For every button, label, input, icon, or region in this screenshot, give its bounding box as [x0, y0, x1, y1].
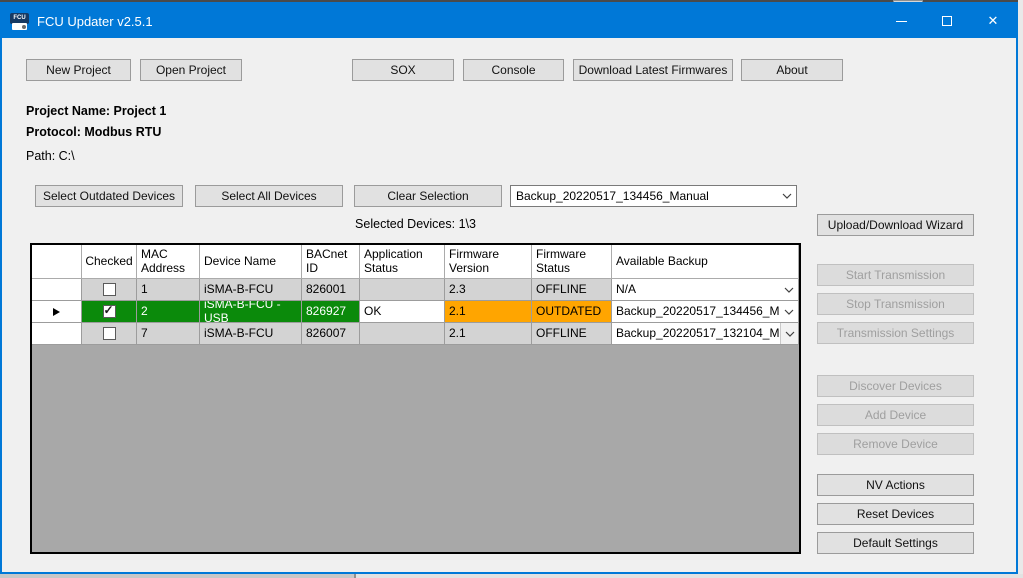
- new-project-button[interactable]: New Project: [26, 59, 131, 81]
- header-application-status[interactable]: Application Status: [360, 245, 445, 279]
- titlebar: FCU FCU Updater v2.5.1 ✕: [2, 4, 1016, 38]
- transmission-settings-button: Transmission Settings: [817, 322, 974, 344]
- discover-devices-button: Discover Devices: [817, 375, 974, 397]
- cell-mac-address[interactable]: 2: [137, 301, 200, 323]
- row-backup-dropdown[interactable]: Backup_20220517_132104_Ma...: [612, 323, 798, 344]
- row-checkbox[interactable]: [103, 327, 116, 340]
- maximize-icon: [942, 16, 952, 26]
- header-available-backup[interactable]: Available Backup: [612, 245, 799, 279]
- cell-device-name[interactable]: iSMA-B-FCU: [200, 279, 302, 301]
- remove-device-button: Remove Device: [817, 433, 974, 455]
- table-row-selected: 2 iSMA-B-FCU - USB 826927 OK 2.1 OUTDATE…: [32, 301, 799, 323]
- grid-empty-area: [32, 345, 799, 552]
- header-bacnet-id[interactable]: BACnet ID: [302, 245, 360, 279]
- select-all-devices-button[interactable]: Select All Devices: [195, 185, 343, 207]
- path-label: Path: C:\: [26, 149, 75, 163]
- row-selector-cell[interactable]: [32, 301, 82, 323]
- background-bottom-strip-left: [0, 574, 354, 578]
- chevron-down-icon: [778, 193, 796, 199]
- backup-select-value: Backup_20220517_134456_Manual: [511, 189, 778, 203]
- header-checked[interactable]: Checked: [82, 245, 137, 279]
- cell-device-name[interactable]: iSMA-B-FCU - USB: [200, 301, 302, 323]
- row-checkbox[interactable]: [103, 305, 116, 318]
- cell-firmware-status[interactable]: OFFLINE: [532, 323, 612, 345]
- header-mac-address[interactable]: MAC Address: [137, 245, 200, 279]
- chevron-down-icon: [780, 279, 798, 300]
- cell-firmware-status[interactable]: OFFLINE: [532, 279, 612, 301]
- row-backup-dropdown[interactable]: Backup_20220517_134456_Manu: [612, 301, 798, 322]
- header-firmware-status[interactable]: Firmware Status: [532, 245, 612, 279]
- app-window: FCU FCU Updater v2.5.1 ✕ New Project Ope…: [0, 2, 1018, 574]
- cell-bacnet-id[interactable]: 826001: [302, 279, 360, 301]
- grid-header-row: Checked MAC Address Device Name BACnet I…: [32, 245, 799, 279]
- sox-button[interactable]: SOX: [352, 59, 454, 81]
- current-row-arrow-icon: [53, 308, 60, 316]
- about-button[interactable]: About: [741, 59, 843, 81]
- cell-application-status[interactable]: [360, 323, 445, 345]
- cell-available-backup[interactable]: Backup_20220517_132104_Ma...: [612, 323, 799, 345]
- add-device-button: Add Device: [817, 404, 974, 426]
- close-button[interactable]: ✕: [970, 4, 1016, 38]
- cell-application-status[interactable]: [360, 279, 445, 301]
- minimize-button[interactable]: [878, 4, 924, 38]
- cell-mac-address[interactable]: 7: [137, 323, 200, 345]
- table-row: 7 iSMA-B-FCU 826007 2.1 OFFLINE Backup_2…: [32, 323, 799, 345]
- row-selector-cell[interactable]: [32, 279, 82, 301]
- app-icon: FCU: [10, 13, 29, 30]
- console-button[interactable]: Console: [463, 59, 564, 81]
- stop-transmission-button: Stop Transmission: [817, 293, 974, 315]
- row-checkbox[interactable]: [103, 283, 116, 296]
- protocol-label: Protocol: Modbus RTU: [26, 125, 161, 139]
- default-settings-button[interactable]: Default Settings: [817, 532, 974, 554]
- screen: FCU FCU Updater v2.5.1 ✕ New Project Ope…: [0, 0, 1023, 578]
- header-device-name[interactable]: Device Name: [200, 245, 302, 279]
- cell-device-name[interactable]: iSMA-B-FCU: [200, 323, 302, 345]
- cell-available-backup[interactable]: Backup_20220517_134456_Manu: [612, 301, 799, 323]
- open-project-button[interactable]: Open Project: [140, 59, 242, 81]
- row-backup-dropdown[interactable]: N/A: [612, 279, 798, 300]
- nv-actions-button[interactable]: NV Actions: [817, 474, 974, 496]
- cell-firmware-status[interactable]: OUTDATED: [532, 301, 612, 323]
- window-title: FCU Updater v2.5.1: [37, 14, 153, 29]
- background-bottom-divider: [354, 574, 356, 578]
- row-selector-cell[interactable]: [32, 323, 82, 345]
- background-right-strip: [1018, 0, 1023, 578]
- devices-grid: Checked MAC Address Device Name BACnet I…: [30, 243, 801, 554]
- cell-firmware-version[interactable]: 2.1: [445, 323, 532, 345]
- chevron-down-icon: [780, 323, 798, 344]
- download-latest-firmwares-button[interactable]: Download Latest Firmwares: [573, 59, 733, 81]
- cell-checked[interactable]: [82, 323, 137, 345]
- backup-select-dropdown[interactable]: Backup_20220517_134456_Manual: [510, 185, 797, 207]
- gear-icon: [22, 25, 26, 29]
- start-transmission-button: Start Transmission: [817, 264, 974, 286]
- cell-firmware-version[interactable]: 2.3: [445, 279, 532, 301]
- upload-download-wizard-button[interactable]: Upload/Download Wizard: [817, 214, 974, 236]
- selected-devices-count-label: Selected Devices: 1\3: [30, 217, 801, 231]
- table-row: 1 iSMA-B-FCU 826001 2.3 OFFLINE N/A: [32, 279, 799, 301]
- reset-devices-button[interactable]: Reset Devices: [817, 503, 974, 525]
- cell-bacnet-id[interactable]: 826927: [302, 301, 360, 323]
- header-row-selector: [32, 245, 82, 279]
- select-outdated-devices-button[interactable]: Select Outdated Devices: [35, 185, 183, 207]
- chevron-down-icon: [780, 301, 798, 322]
- cell-checked[interactable]: [82, 279, 137, 301]
- minimize-icon: [896, 21, 907, 22]
- cell-bacnet-id[interactable]: 826007: [302, 323, 360, 345]
- project-name-label: Project Name: Project 1: [26, 104, 166, 118]
- window-controls: ✕: [878, 4, 1016, 38]
- cell-application-status[interactable]: OK: [360, 301, 445, 323]
- close-icon: ✕: [988, 13, 999, 29]
- clear-selection-button[interactable]: Clear Selection: [354, 185, 502, 207]
- header-firmware-version[interactable]: Firmware Version: [445, 245, 532, 279]
- maximize-button[interactable]: [924, 4, 970, 38]
- cell-firmware-version[interactable]: 2.1: [445, 301, 532, 323]
- cell-mac-address[interactable]: 1: [137, 279, 200, 301]
- cell-checked[interactable]: [82, 301, 137, 323]
- cell-available-backup[interactable]: N/A: [612, 279, 799, 301]
